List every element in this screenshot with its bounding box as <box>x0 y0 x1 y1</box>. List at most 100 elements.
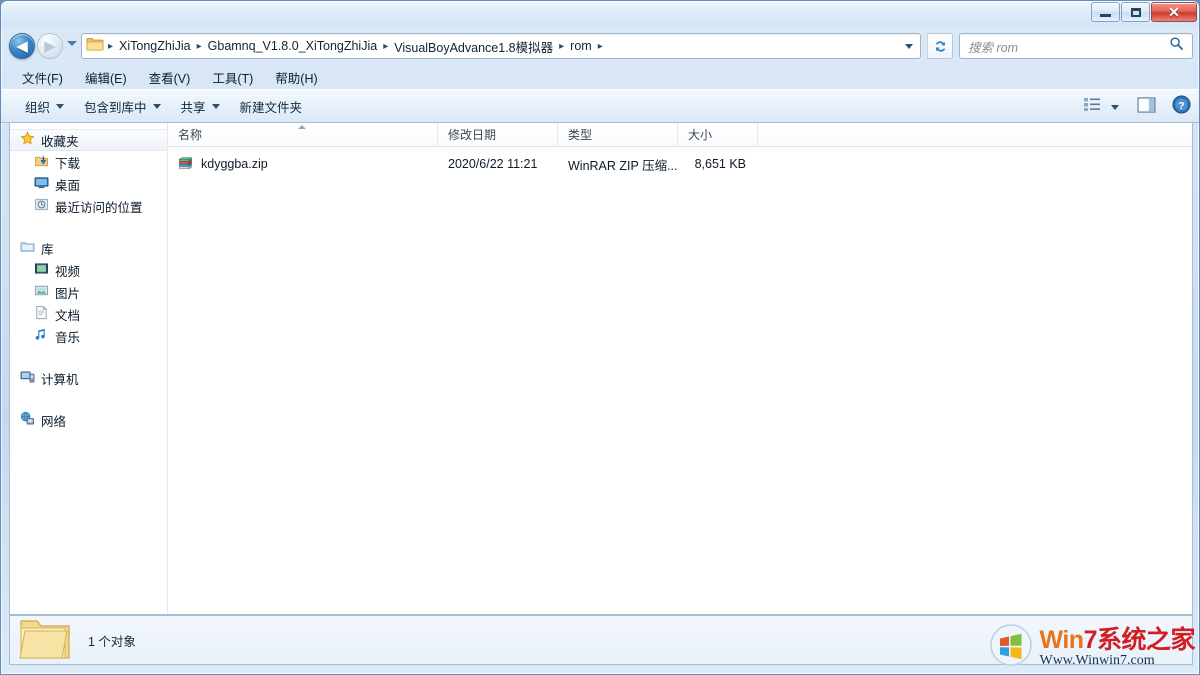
sidebar-item-documents[interactable]: 文档 <box>10 303 167 325</box>
include-in-library-button[interactable]: 包含到库中 <box>74 93 171 120</box>
sidebar-item-label: 网络 <box>41 414 67 429</box>
recent-places-icon <box>34 197 49 215</box>
sidebar-item-label: 桌面 <box>55 178 81 193</box>
sidebar-item-computer[interactable]: 计算机 <box>10 367 167 389</box>
column-header-name[interactable]: 名称 <box>168 123 438 146</box>
sidebar-item-desktop[interactable]: 桌面 <box>10 173 167 195</box>
new-folder-button[interactable]: 新建文件夹 <box>230 93 313 120</box>
menu-item-view[interactable]: 查看(V) <box>140 65 200 90</box>
breadcrumb-item-1[interactable]: Gbamnq_V1.8.0_XiTongZhiJia <box>204 37 382 55</box>
documents-icon <box>34 305 49 323</box>
column-header-size[interactable]: 大小 <box>678 123 758 146</box>
share-label: 共享 <box>180 100 206 115</box>
column-header-label: 类型 <box>568 128 593 142</box>
sidebar-item-label: 计算机 <box>41 372 79 387</box>
include-in-library-label: 包含到库中 <box>84 100 147 115</box>
sidebar-item-label: 音乐 <box>55 330 81 345</box>
forward-button[interactable]: ▶ <box>37 33 63 59</box>
view-layout-icon[interactable] <box>1083 97 1101 117</box>
column-header-label: 名称 <box>178 128 203 142</box>
sidebar-item-label: 图片 <box>55 286 81 301</box>
close-icon: ✕ <box>1168 4 1180 20</box>
navigation-pane: 收藏夹 下载 桌面 最近访问的位置 库 视频 图片 文档 音乐 计算机 网络 <box>10 123 168 614</box>
back-arrow-icon: ◀ <box>16 37 28 55</box>
folder-icon <box>86 36 104 57</box>
breadcrumb-item-2[interactable]: VisualBoyAdvance1.8模拟器 <box>390 35 557 58</box>
sidebar-item-label: 视频 <box>55 264 81 279</box>
nav-group-network: 网络 <box>10 409 167 431</box>
explorer-body: 收藏夹 下载 桌面 最近访问的位置 库 视频 图片 文档 音乐 计算机 网络 名… <box>9 123 1193 615</box>
forward-arrow-icon: ▶ <box>44 37 56 55</box>
sidebar-item-favorites[interactable]: 收藏夹 <box>10 129 167 151</box>
windows-logo-icon <box>989 623 1033 672</box>
breadcrumb-separator: ▸ <box>383 40 389 52</box>
menu-item-tools[interactable]: 工具(T) <box>203 65 262 90</box>
window-controls: ✕ <box>1091 2 1197 22</box>
history-dropdown-icon[interactable] <box>67 41 77 46</box>
minimize-icon <box>1100 13 1111 17</box>
sidebar-item-recent-places[interactable]: 最近访问的位置 <box>10 195 167 217</box>
winrar-archive-icon <box>178 155 194 174</box>
sidebar-item-videos[interactable]: 视频 <box>10 259 167 281</box>
sidebar-item-music[interactable]: 音乐 <box>10 325 167 347</box>
chevron-down-icon <box>905 43 913 49</box>
column-header-type[interactable]: 类型 <box>558 123 678 146</box>
sidebar-item-libraries[interactable]: 库 <box>10 237 167 259</box>
back-button[interactable]: ◀ <box>9 33 35 59</box>
sidebar-item-label: 收藏夹 <box>41 134 79 149</box>
chevron-down-icon <box>152 103 161 109</box>
sidebar-item-label: 库 <box>41 242 54 257</box>
breadcrumb: ▸ XiTongZhiJia ▸ Gbamnq_V1.8.0_XiTongZhi… <box>106 35 898 58</box>
refresh-button[interactable] <box>927 33 953 59</box>
folder-icon <box>17 611 73 663</box>
organize-button[interactable]: 组织 <box>15 93 74 120</box>
refresh-icon <box>935 40 945 52</box>
sidebar-item-label: 文档 <box>55 308 81 323</box>
menu-item-file[interactable]: 文件(F) <box>13 65 72 90</box>
help-icon[interactable]: ? <box>1172 95 1191 119</box>
search-input[interactable]: 搜索 rom <box>960 37 1169 56</box>
menu-item-help[interactable]: 帮助(H) <box>266 65 326 90</box>
share-button[interactable]: 共享 <box>171 93 230 120</box>
column-header-label: 修改日期 <box>448 128 497 142</box>
watermark-title-seven: 7 <box>1083 625 1098 654</box>
title-bar: ✕ <box>1 1 1199 27</box>
breadcrumb-item-0[interactable]: XiTongZhiJia <box>115 37 195 55</box>
search-box[interactable]: 搜索 rom <box>959 33 1193 59</box>
command-bar-right: ? <box>1083 90 1191 124</box>
watermark-text: Win7系统之家 Www.Winwin7.com <box>1039 625 1195 668</box>
organize-label: 组织 <box>25 100 51 115</box>
address-row: ◀ ▶ ▸ XiTongZhiJia ▸ Gbamnq_V1.8.0_XiTon… <box>1 29 1199 63</box>
sidebar-item-pictures[interactable]: 图片 <box>10 281 167 303</box>
preview-pane-icon[interactable] <box>1137 96 1156 118</box>
table-row[interactable]: kdyggba.zip 2020/6/22 11:21 WinRAR ZIP 压… <box>168 153 1192 175</box>
watermark-title: Win7系统之家 <box>1039 625 1195 654</box>
sidebar-item-downloads[interactable]: 下载 <box>10 151 167 173</box>
address-bar[interactable]: ▸ XiTongZhiJia ▸ Gbamnq_V1.8.0_XiTongZhi… <box>81 33 921 59</box>
desktop-icon <box>34 175 49 193</box>
menu-bar: 文件(F) 编辑(E) 查看(V) 工具(T) 帮助(H) <box>1 65 1199 90</box>
minimize-button[interactable] <box>1091 2 1120 22</box>
view-dropdown-caret-icon[interactable] <box>1111 104 1119 110</box>
status-text: 1 个对象 <box>88 634 136 649</box>
nav-group-libraries: 库 视频 图片 文档 音乐 <box>10 237 167 347</box>
search-icon[interactable] <box>1169 36 1192 56</box>
close-button[interactable]: ✕ <box>1151 2 1197 22</box>
nav-group-favorites: 收藏夹 下载 桌面 最近访问的位置 <box>10 129 167 217</box>
pictures-icon <box>34 283 49 301</box>
address-dropdown-button[interactable] <box>898 34 920 58</box>
menu-item-edit[interactable]: 编辑(E) <box>76 65 136 90</box>
breadcrumb-separator: ▸ <box>597 40 603 52</box>
column-header-date[interactable]: 修改日期 <box>438 123 558 146</box>
breadcrumb-item-3[interactable]: rom <box>566 37 596 55</box>
maximize-button[interactable] <box>1121 2 1150 22</box>
column-header-filler <box>758 123 1192 146</box>
sort-ascending-icon <box>298 125 306 129</box>
sidebar-item-label: 下载 <box>55 156 81 171</box>
file-pane: 名称 修改日期 类型 大小 kdyggba.zip 2020/6/22 11:2… <box>168 123 1192 614</box>
breadcrumb-separator: ▸ <box>559 40 565 52</box>
command-bar: 组织 包含到库中 共享 新建文件夹 ? <box>1 89 1199 124</box>
sidebar-item-network[interactable]: 网络 <box>10 409 167 431</box>
